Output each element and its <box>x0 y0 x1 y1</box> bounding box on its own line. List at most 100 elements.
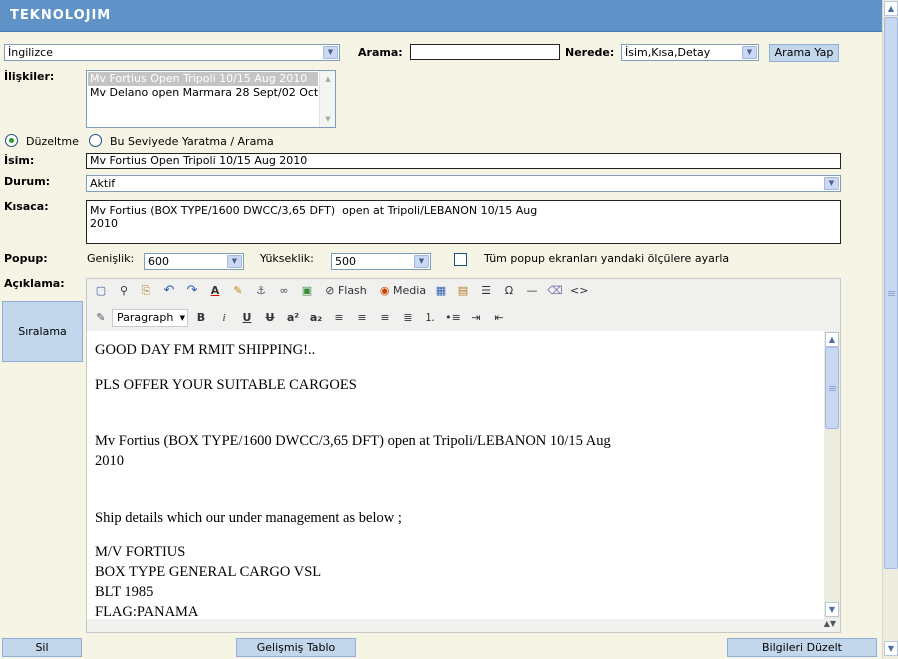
chevron-down-icon[interactable]: ▼ <box>323 46 338 59</box>
media-label: Media <box>393 284 427 297</box>
search-input[interactable] <box>410 44 560 60</box>
source-code-icon[interactable]: <> <box>570 283 588 299</box>
chevron-down-icon[interactable]: ▼ <box>824 177 839 190</box>
editor-paragraph: PLS OFFER YOUR SUITABLE CARGOES <box>95 377 357 393</box>
align-right-icon[interactable]: ≡ <box>377 310 393 326</box>
status-select[interactable]: Aktif ▼ <box>86 175 841 192</box>
sort-button[interactable]: Sıralama <box>2 301 83 362</box>
editor-scrollbar-thumb[interactable] <box>825 347 839 429</box>
style-icon[interactable]: ✎ <box>93 310 109 326</box>
special-char-icon[interactable]: Ω <box>501 283 517 299</box>
editor-paragraph: M/V FORTIUS <box>95 544 186 560</box>
flash-icon: ⊘ <box>325 284 335 297</box>
search-where-label: Nerede: <box>565 46 615 59</box>
all-popups-checkbox[interactable] <box>454 253 467 266</box>
unordered-list-icon[interactable]: •≡ <box>445 310 461 326</box>
summary-textarea[interactable]: Mv Fortius (BOX TYPE/1600 DWCC/3,65 DFT)… <box>86 200 841 244</box>
status-select-value: Aktif <box>90 177 116 190</box>
editor-toolbar-row-1: ▢ ⚲ ⎘ ↶ ↷ A ✎ ⚓ ∞ ▣ ⊘ Flash ◉ Media ▦ ▤ … <box>87 279 840 303</box>
search-where-select[interactable]: İsim,Kısa,Detay ▼ <box>621 44 759 61</box>
table-icon[interactable]: ▦ <box>433 283 449 299</box>
popup-width-label: Genişlik: <box>87 252 135 265</box>
image-icon[interactable]: ▣ <box>299 283 315 299</box>
table-edit-icon[interactable]: ▤ <box>455 283 471 299</box>
paste-icon[interactable]: ⎘ <box>138 283 154 299</box>
editor-paragraph: Ship details which our under management … <box>95 510 402 526</box>
advanced-table-button[interactable]: Gelişmiş Tablo <box>236 638 356 657</box>
edit-mode-radio[interactable] <box>5 134 18 147</box>
find-icon[interactable]: ⚲ <box>116 283 132 299</box>
italic-icon[interactable]: i <box>216 310 232 326</box>
language-select-value: İngilizce <box>8 46 53 59</box>
eraser-icon[interactable]: ⌫ <box>547 283 563 299</box>
list-item[interactable]: Mv Fortius Open Tripoli 10/15 Aug 2010 <box>88 72 318 86</box>
page-scrollbar-thumb[interactable] <box>884 17 898 569</box>
scroll-up-arrow-icon[interactable]: ▲ <box>825 332 839 347</box>
strikethrough-icon[interactable]: U <box>262 310 278 326</box>
editor-paragraph: FLAG:PANAMA <box>95 604 199 619</box>
create-mode-label: Bu Seviyede Yaratma / Arama <box>110 135 274 148</box>
scroll-up-arrow-icon[interactable]: ▲ <box>321 72 335 86</box>
scroll-up-arrow-icon[interactable]: ▲ <box>884 1 898 16</box>
resize-handle-icon[interactable]: ▲▼ <box>824 619 836 628</box>
status-label: Durum: <box>4 175 51 188</box>
edit-mode-label: Düzeltme <box>26 135 79 148</box>
search-button[interactable]: Arama Yap <box>769 44 839 62</box>
editor-statusbar: ▲▼ <box>87 619 840 632</box>
editor-content-area[interactable]: GOOD DAY FM RMIT SHIPPING!.. PLS OFFER Y… <box>87 331 824 619</box>
sort-button-label: Sıralama <box>18 325 67 338</box>
editor-paragraph: BLT 1985 <box>95 584 154 600</box>
relations-list[interactable]: Mv Fortius Open Tripoli 10/15 Aug 2010 M… <box>86 70 336 128</box>
chevron-down-icon[interactable]: ▼ <box>227 255 242 268</box>
popup-height-select[interactable]: 500 ▼ <box>331 253 431 270</box>
align-justify-icon[interactable]: ≣ <box>400 310 416 326</box>
redo-icon[interactable]: ↷ <box>184 283 200 299</box>
scroll-down-arrow-icon[interactable]: ▼ <box>825 602 839 617</box>
align-left-icon[interactable]: ≡ <box>331 310 347 326</box>
chevron-down-icon[interactable]: ▼ <box>742 46 757 59</box>
media-button[interactable]: ◉ Media <box>379 283 427 299</box>
popup-width-select[interactable]: 600 ▼ <box>144 253 244 270</box>
media-icon: ◉ <box>379 284 390 297</box>
chevron-down-icon[interactable]: ▼ <box>414 255 429 268</box>
editor-paragraph: BOX TYPE GENERAL CARGO VSL <box>95 564 322 580</box>
chevron-down-icon[interactable]: ▼ <box>180 310 185 326</box>
anchor-icon[interactable]: ⚓ <box>253 283 269 299</box>
update-info-button[interactable]: Bilgileri Düzelt <box>727 638 877 657</box>
create-mode-radio[interactable] <box>89 134 102 147</box>
align-center-icon[interactable]: ≡ <box>354 310 370 326</box>
format-select-value: Paragraph <box>117 311 174 324</box>
text-color-icon[interactable]: A <box>207 283 223 299</box>
all-popups-label: Tüm popup ekranları yandaki ölçülere aya… <box>484 252 730 265</box>
language-select[interactable]: İngilizce ▼ <box>4 44 340 61</box>
summary-label: Kısaca: <box>4 200 49 213</box>
format-select[interactable]: Paragraph ▼ <box>112 309 188 327</box>
horizontal-rule-icon[interactable]: — <box>524 283 540 299</box>
outdent-icon[interactable]: ⇤ <box>491 310 507 326</box>
delete-button[interactable]: Sil <box>2 638 82 657</box>
popup-label: Popup: <box>4 252 48 265</box>
superscript-icon[interactable]: a² <box>284 310 302 326</box>
underline-icon[interactable]: U <box>239 310 255 326</box>
list-item[interactable]: Mv Delano open Marmara 28 Sept/02 Oct <box>88 86 318 100</box>
scroll-down-arrow-icon[interactable]: ▼ <box>884 641 898 656</box>
highlight-icon[interactable]: ✎ <box>230 283 246 299</box>
relations-list-scrollbar[interactable]: ▲ ▼ <box>319 71 335 127</box>
template-icon[interactable]: ☰ <box>478 283 494 299</box>
subscript-icon[interactable]: a₂ <box>307 310 325 326</box>
name-input[interactable]: Mv Fortius Open Tripoli 10/15 Aug 2010 <box>86 153 841 169</box>
scroll-down-arrow-icon[interactable]: ▼ <box>321 112 335 126</box>
app-header <box>0 0 882 32</box>
bold-icon[interactable]: B <box>193 310 209 326</box>
indent-icon[interactable]: ⇥ <box>468 310 484 326</box>
search-label: Arama: <box>358 46 403 59</box>
popup-height-label: Yükseklik: <box>260 252 314 265</box>
preview-icon[interactable]: ▢ <box>93 283 109 299</box>
ordered-list-icon[interactable]: ⒈ <box>422 310 438 326</box>
popup-width-value: 600 <box>148 255 169 268</box>
editor-toolbar-row-2: ✎ Paragraph ▼ B i U U a² a₂ ≡ ≡ ≡ ≣ ⒈ •≡… <box>87 306 840 330</box>
page-scrollbar[interactable]: ▲ ▼ <box>882 0 898 659</box>
flash-button[interactable]: ⊘ Flash <box>323 283 369 299</box>
undo-icon[interactable]: ↶ <box>161 283 177 299</box>
link-icon[interactable]: ∞ <box>276 283 292 299</box>
